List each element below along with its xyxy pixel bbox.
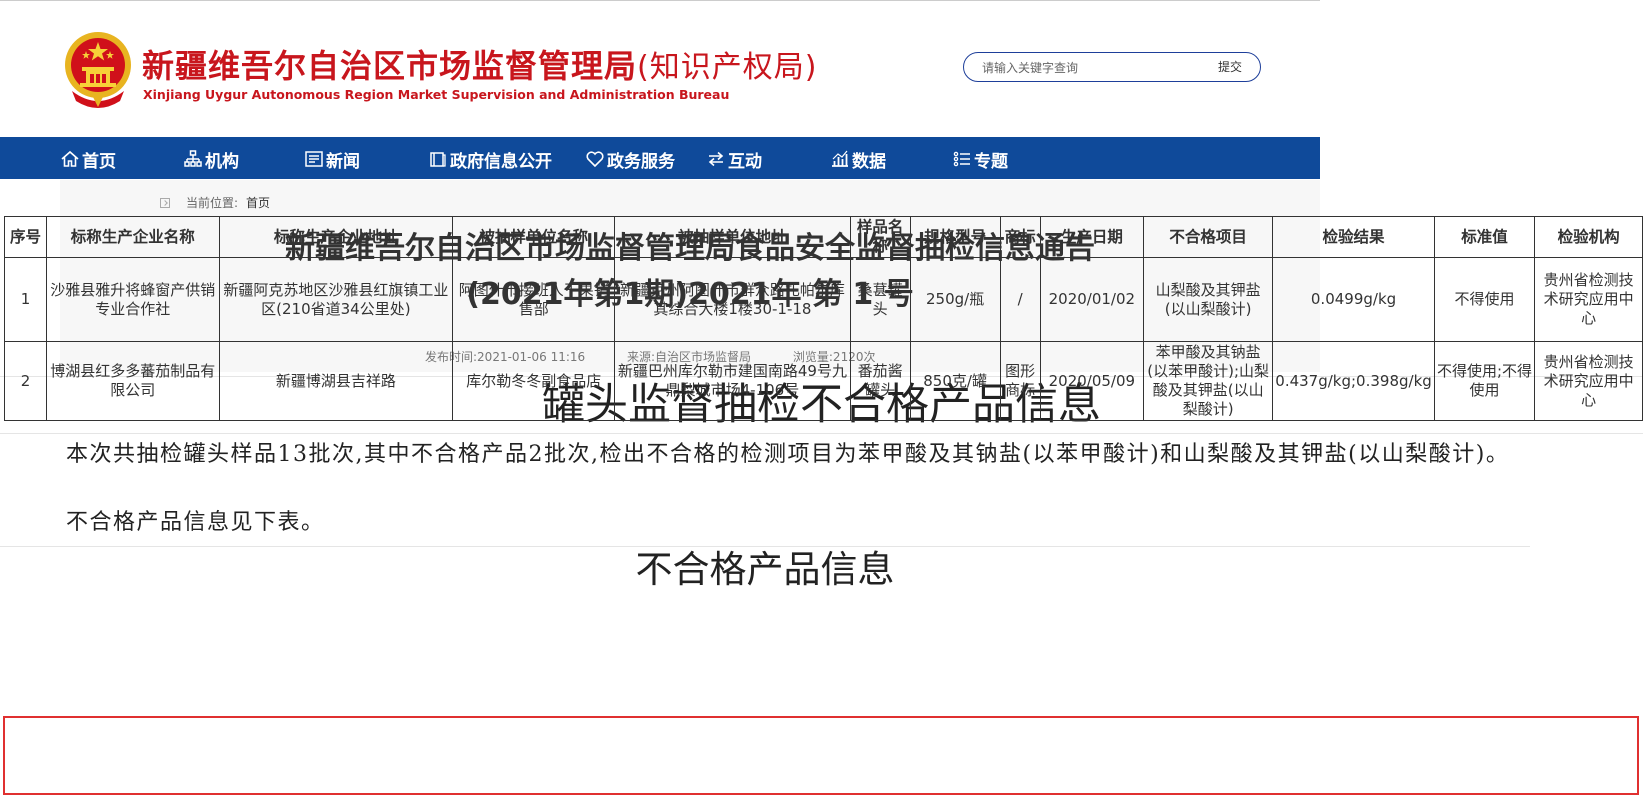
unqualified-products-table: 序号 标称生产企业名称 标称生产企业地址 被抽样单位名称 被抽样单位地址 样品名… <box>4 216 1643 421</box>
table-cell: 库尔勒冬冬副食品店 <box>452 341 616 421</box>
nav-label: 互动 <box>728 151 762 172</box>
intro-paragraph: 本次共抽检罐头样品13批次,其中不合格产品2批次,检出不合格的检测项目为苯甲酸及… <box>66 442 1510 467</box>
table-title: 不合格产品信息 <box>0 546 1530 593</box>
list-icon <box>953 151 970 167</box>
search-input[interactable] <box>980 58 1204 78</box>
nav-item-org[interactable]: 机构 <box>183 148 239 172</box>
exchange-icon <box>708 151 724 167</box>
header-cell: 规格型号 <box>909 216 1001 258</box>
header-cell: 标准值 <box>1433 216 1536 258</box>
table-cell: 2020/01/02 <box>1039 257 1145 342</box>
header-cell: 被抽样单位名称 <box>452 216 616 258</box>
nav-item-home[interactable]: 首页 <box>60 148 116 172</box>
nav-item-data[interactable]: 数据 <box>830 148 886 172</box>
table-reference-paragraph: 不合格产品信息见下表。 <box>66 510 325 535</box>
breadcrumb-prefix: 当前位置: <box>186 196 239 210</box>
table-cell: 0.0499g/kg <box>1272 257 1435 342</box>
nav-label: 新闻 <box>326 151 360 172</box>
table-cell: 桑葚罐头 <box>849 257 911 342</box>
table-row: 2 博湖县红多多蕃茄制品有限公司 新疆博湖县吉祥路 库尔勒冬冬副食品店 新疆巴州… <box>4 341 1643 421</box>
header-cell: 检验机构 <box>1534 216 1643 258</box>
nav-label: 首页 <box>82 151 116 172</box>
table-cell: 新疆博湖县吉祥路 <box>218 341 454 421</box>
header-cell: 样品名称 <box>849 216 911 258</box>
table-cell: 博湖县红多多蕃茄制品有限公司 <box>45 341 220 421</box>
site-header: 新疆维吾尔自治区市场监督管理局(知识产权局) Xinjiang Uygur Au… <box>0 1 1320 137</box>
table-cell: 不得使用 <box>1433 257 1536 342</box>
book-icon <box>430 152 446 167</box>
table-cell: 不得使用;不得使用 <box>1433 341 1536 421</box>
org-chart-icon <box>184 150 202 167</box>
header-cell: 标称生产企业名称 <box>45 216 220 258</box>
document-image: 罐头监督抽检不合格产品信息 本次共抽检罐头样品13批次,其中不合格产品2批次,检… <box>0 376 1643 797</box>
table-cell: 0.437g/kg;0.398g/kg <box>1272 341 1435 421</box>
table-cell: 沙雅县雅升将蜂窗产供销专业合作社 <box>45 257 220 342</box>
nav-item-news[interactable]: 新闻 <box>304 148 360 172</box>
table-cell: 贵州省检测技术研究应用中心 <box>1534 257 1643 342</box>
nav-item-interact[interactable]: 互动 <box>706 148 762 172</box>
nav-label: 政府信息公开 <box>450 151 552 172</box>
table-cell: 苯甲酸及其钠盐(以苯甲酸计);山梨酸及其钾盐(以山梨酸计) <box>1143 341 1274 421</box>
heart-icon <box>586 151 604 168</box>
site-title: 新疆维吾尔自治区市场监督管理局(知识产权局) <box>142 47 818 85</box>
header-cell: 生产日期 <box>1039 216 1145 258</box>
table-cell: 阿图什市接班人干果销售部 <box>452 257 616 342</box>
table-cell: 新疆阿克苏地区沙雅县红旗镇工业区(210省道34公里处) <box>218 257 454 342</box>
table-cell: 贵州省检测技术研究应用中心 <box>1534 341 1643 421</box>
header-cell: 序号 <box>4 216 47 258</box>
table-cell: 1 <box>4 257 47 342</box>
location-icon <box>160 197 170 208</box>
table-cell: 新疆巴州库尔勒市建国南路49号九鼎梨城市场4-106号 <box>614 341 851 421</box>
national-emblem-icon <box>65 32 131 108</box>
table-cell: 山梨酸及其钾盐(以山梨酸计) <box>1143 257 1274 342</box>
header-cell: 标称生产企业地址 <box>218 216 454 258</box>
table-cell: 250g/瓶 <box>909 257 1001 342</box>
chart-icon <box>832 150 848 167</box>
nav-label: 机构 <box>205 151 239 172</box>
main-navigation: 首页 机构 新闻 政府信息公开 政务服务 互动 数据 专题 <box>0 137 1320 179</box>
nav-label: 专题 <box>974 151 1008 172</box>
table-header-row: 序号 标称生产企业名称 标称生产企业地址 被抽样单位名称 被抽样单位地址 样品名… <box>4 216 1643 258</box>
nav-item-special[interactable]: 专题 <box>952 148 1008 172</box>
table-cell: 850克/罐 <box>909 341 1001 421</box>
breadcrumb: 当前位置: 首页 <box>160 194 270 211</box>
table-cell: 番茄酱罐头 <box>849 341 911 421</box>
header-cell: 被抽样单位地址 <box>614 216 851 258</box>
nav-label: 政务服务 <box>607 151 675 172</box>
table-row: 1 沙雅县雅升将蜂窗产供销专业合作社 新疆阿克苏地区沙雅县红旗镇工业区(210省… <box>4 257 1643 342</box>
nav-label: 数据 <box>852 151 886 172</box>
table-cell: / <box>999 257 1041 342</box>
header-cell: 检验结果 <box>1272 216 1435 258</box>
table-cell: 2 <box>4 341 47 421</box>
search-box: 提交 <box>963 52 1261 82</box>
home-icon <box>61 150 79 167</box>
header-cell: 商标 <box>999 216 1041 258</box>
site-title-suffix: (知识产权局) <box>637 50 818 85</box>
breadcrumb-home-link[interactable]: 首页 <box>246 194 270 211</box>
table-cell: 图形商标 <box>999 341 1041 421</box>
search-submit-button[interactable]: 提交 <box>1218 58 1242 75</box>
nav-item-services[interactable]: 政务服务 <box>585 148 675 172</box>
site-title-english: Xinjiang Uygur Autonomous Region Market … <box>143 87 730 102</box>
news-icon <box>305 151 323 167</box>
nav-item-gov-info[interactable]: 政府信息公开 <box>428 148 552 172</box>
header-cell: 不合格项目 <box>1143 216 1274 258</box>
table-cell: 新疆克州阿图什市群众路扎帕尔库其综合大楼1楼30-1-18 <box>614 257 851 342</box>
table-cell: 2020/05/09 <box>1039 341 1145 421</box>
